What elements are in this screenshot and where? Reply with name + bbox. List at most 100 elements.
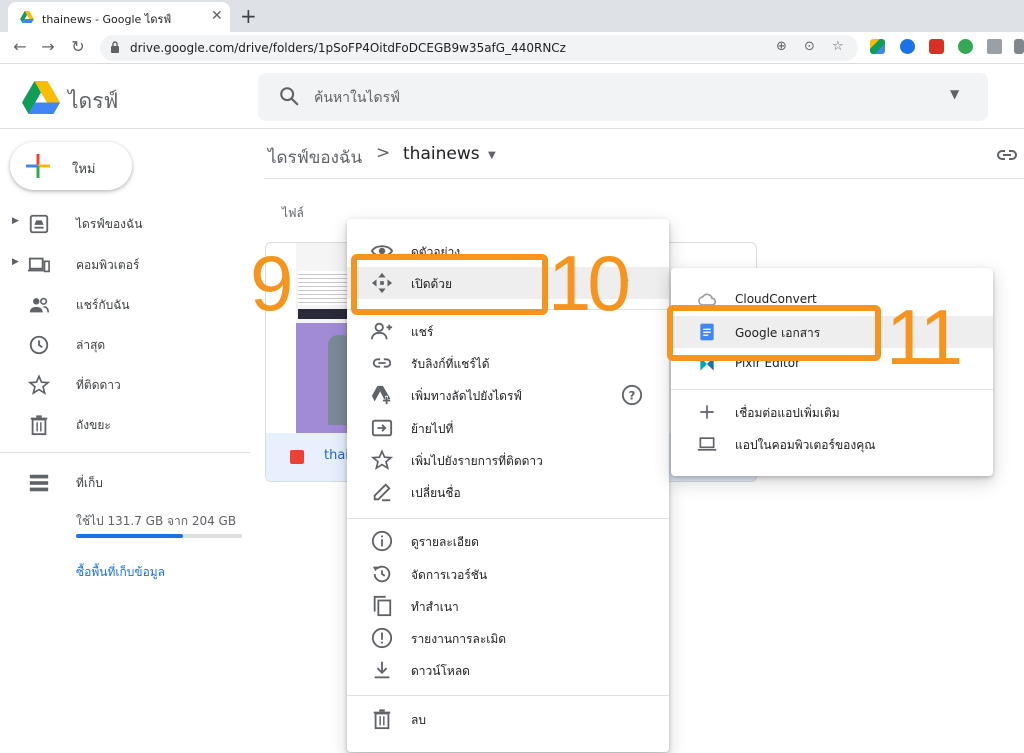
shared-icon — [29, 297, 49, 313]
sidebar-item-recent[interactable]: ล่าสุด — [0, 327, 250, 361]
menu-item-label: ดาวน์โหลด — [411, 664, 470, 678]
submenu-item-connect-apps[interactable]: เชื่อมต่อแอปเพิ่มเติม — [671, 396, 993, 428]
breadcrumb-current-folder[interactable]: thainews — [403, 144, 480, 164]
menu-item-remove[interactable]: ลบ — [347, 703, 669, 735]
submenu-item-computer-apps[interactable]: แอปในคอมพิวเตอร์ของคุณ — [671, 428, 993, 460]
forward-button[interactable]: → — [38, 37, 58, 56]
menu-item-get-link[interactable]: รับลิงก์ที่แชร์ได้ — [347, 347, 669, 379]
menu-item-add-shortcut[interactable]: เพิ่มทางลัดไปยังไดรฟ์ ? — [347, 379, 669, 411]
step-number-9: 9 — [250, 239, 293, 327]
extension-overflow-icon[interactable] — [1014, 39, 1024, 54]
sidebar-item-trash[interactable]: ถังขยะ — [0, 407, 250, 441]
sidebar-item-computers[interactable]: ▶ คอมพิวเตอร์ — [0, 247, 250, 281]
new-tab-button[interactable]: + — [240, 4, 257, 28]
install-icon[interactable]: ⊕ — [776, 39, 787, 54]
address-bar[interactable]: drive.google.com/drive/folders/1pSoFP4Oi… — [100, 35, 858, 61]
copy-icon — [373, 595, 392, 617]
plus-icon — [700, 405, 714, 419]
menu-item-label: ทำสำเนา — [411, 600, 459, 614]
browser-tab[interactable]: thainews - Google ไดรฟ์ ✕ — [8, 2, 230, 32]
sidebar-item-shared[interactable]: แชร์กับฉัน — [0, 287, 250, 321]
back-button[interactable]: ← — [10, 37, 30, 56]
new-button[interactable]: ใหม่ — [10, 142, 132, 190]
storage-label: ที่เก็บ — [76, 476, 103, 490]
step-number-10: 10 — [548, 239, 631, 327]
search-options-caret-icon[interactable]: ▼ — [950, 87, 959, 101]
menu-item-manage-versions[interactable]: จัดการเวอร์ชัน — [347, 558, 669, 590]
zoom-icon[interactable]: ⊙ — [804, 39, 815, 54]
trash-icon — [30, 415, 48, 436]
menu-item-report-abuse[interactable]: รายงานการละเมิด — [347, 622, 669, 654]
menu-item-label: เพิ่มไปยังรายการที่ติดดาว — [411, 454, 543, 468]
share-person-icon — [371, 322, 393, 340]
browser-toolbar: ← → ↻ drive.google.com/drive/folders/1pS… — [0, 32, 1024, 64]
highlight-box-open-with — [351, 254, 548, 315]
sidebar-item-starred[interactable]: ที่ติดดาว — [0, 367, 250, 401]
drive-logo-icon[interactable] — [22, 81, 60, 114]
star-icon — [28, 374, 50, 395]
sidebar-item-label: แชร์กับฉัน — [76, 298, 130, 312]
file-name: thai — [324, 448, 349, 463]
storage-icon — [29, 474, 49, 492]
sidebar-item-label: คอมพิวเตอร์ — [76, 258, 140, 272]
drive-extension-icon[interactable] — [870, 39, 885, 54]
search-icon[interactable] — [278, 85, 300, 107]
folder-menu-caret-icon[interactable]: ▼ — [488, 150, 496, 161]
drive-favicon-icon — [20, 11, 34, 23]
main-divider — [264, 178, 1024, 179]
submenu-item-label: CloudConvert — [735, 292, 817, 306]
menu-item-download[interactable]: ดาวน์โหลด — [347, 654, 669, 686]
submenu-item-label: เชื่อมต่อแอปเพิ่มเติม — [735, 406, 840, 420]
camera-extension-icon[interactable] — [987, 39, 1002, 54]
move-to-icon — [371, 419, 393, 437]
sidebar-divider — [0, 452, 250, 453]
menu-item-move-to[interactable]: ย้ายไปที่ — [347, 412, 669, 444]
version-history-icon — [372, 565, 391, 583]
submenu-separator — [671, 389, 993, 390]
menu-item-add-star[interactable]: เพิ่มไปยังรายการที่ติดดาว — [347, 444, 669, 476]
search-input[interactable] — [314, 86, 914, 110]
step-number-11: 11 — [886, 293, 963, 381]
download-icon — [374, 661, 390, 679]
reload-button[interactable]: ↻ — [68, 37, 88, 56]
new-button-label: ใหม่ — [72, 162, 96, 177]
expand-arrow-icon[interactable]: ▶ — [12, 216, 19, 226]
search-bar[interactable]: ▼ — [258, 73, 988, 121]
recent-icon — [29, 335, 49, 355]
computers-icon — [28, 257, 50, 273]
get-link-icon[interactable] — [995, 143, 1019, 167]
browser-tab-strip: thainews - Google ไดรฟ์ ✕ + — [0, 0, 1024, 32]
report-icon — [371, 627, 393, 649]
blue-extension-icon[interactable] — [900, 39, 915, 54]
menu-item-label: ดูรายละเอียด — [411, 535, 479, 549]
menu-item-label: ย้ายไปที่ — [411, 422, 454, 436]
image-file-type-icon — [290, 450, 304, 464]
menu-item-rename[interactable]: เปลี่ยนชื่อ — [347, 476, 669, 508]
expand-arrow-icon[interactable]: ▶ — [12, 257, 19, 267]
multicolor-plus-icon — [26, 154, 50, 178]
red-extension-icon[interactable] — [929, 39, 944, 54]
trash-icon — [373, 709, 391, 730]
bookmark-star-icon[interactable]: ☆ — [832, 39, 844, 54]
highlight-box-google-docs — [667, 305, 881, 361]
storage-usage-text: ใช้ไป 131.7 GB จาก 204 GB — [76, 514, 237, 528]
url-text: drive.google.com/drive/folders/1pSoFP4Oi… — [130, 41, 566, 55]
svg-text:?: ? — [629, 389, 636, 403]
tab-close-icon[interactable]: ✕ — [211, 8, 223, 24]
my-drive-icon — [29, 214, 49, 234]
menu-item-details[interactable]: ดูรายละเอียด — [347, 525, 669, 557]
menu-item-label: รายงานการละเมิด — [411, 632, 507, 646]
buy-storage-link[interactable]: ซื้อพื้นที่เก็บข้อมูล — [76, 563, 165, 582]
breadcrumb-my-drive[interactable]: ไดรฟ์ของฉัน — [268, 144, 362, 171]
thumbnail-heading — [298, 309, 354, 319]
add-shortcut-icon — [371, 385, 392, 406]
menu-item-label: จัดการเวอร์ชัน — [411, 568, 488, 582]
thumbnail-text-lines — [298, 271, 354, 305]
green-extension-icon[interactable] — [958, 39, 973, 54]
menu-item-make-copy[interactable]: ทำสำเนา — [347, 590, 669, 622]
sidebar-item-my-drive[interactable]: ▶ ไดรฟ์ของฉัน — [0, 206, 250, 240]
info-icon — [371, 530, 393, 552]
breadcrumb-separator: > — [376, 143, 391, 163]
sidebar-item-storage[interactable]: ที่เก็บ — [0, 465, 250, 499]
help-icon[interactable]: ? — [621, 384, 643, 406]
